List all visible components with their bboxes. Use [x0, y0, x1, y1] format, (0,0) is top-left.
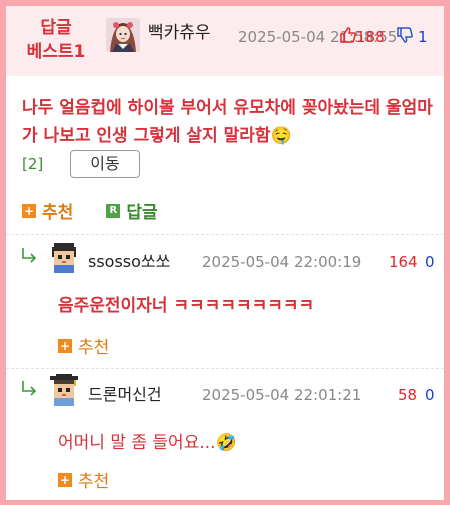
reply-nickname[interactable]: 드론머신건: [88, 384, 162, 406]
reply-nickname[interactable]: ssosso쏘쏘: [88, 251, 170, 273]
divider: [6, 234, 444, 235]
thumbs-down-icon[interactable]: [396, 26, 416, 46]
reply-arrow-icon: [20, 379, 40, 399]
reply-button[interactable]: R 답글: [106, 200, 158, 223]
reply-upvotes: 58: [398, 386, 418, 404]
move-button[interactable]: 이동: [70, 150, 140, 178]
best-label-line1: 답글: [40, 18, 72, 38]
reply-arrow-icon: [20, 246, 40, 266]
reply-label: 답글: [126, 203, 158, 223]
recommend-label: 추천: [78, 472, 110, 492]
best-reply-actions: + 추천 R 답글: [22, 198, 158, 224]
divider: [6, 368, 444, 369]
plus-box-icon: +: [22, 203, 36, 218]
reply-date: 2025-05-04 22:01:21: [202, 386, 362, 404]
best-reply-upvotes: 188: [356, 28, 385, 46]
r-box-icon: R: [106, 203, 121, 218]
reply-downvotes: 0: [425, 386, 435, 404]
reply-date: 2025-05-04 22:00:19: [202, 253, 362, 271]
reply-upvotes: 164: [389, 253, 418, 271]
recommend-label: 추천: [42, 203, 74, 223]
avatar[interactable]: [48, 374, 80, 406]
best-label-line2: 베스트1: [26, 42, 86, 62]
reply-downvotes: 0: [425, 253, 435, 271]
best-reply-downvotes: 1: [418, 28, 428, 46]
avatar[interactable]: [48, 241, 80, 273]
reply-text: 음주운전이자너 ㅋㅋㅋㅋㅋㅋㅋㅋㅋ: [58, 296, 315, 316]
reply-count: [2]: [22, 155, 44, 173]
plus-box-icon: +: [58, 338, 72, 353]
comment-panel: 답글 베스트1 뻑카츄우 2025-05-04 21:58:55 188 1 나…: [6, 6, 444, 500]
recommend-label: 추천: [78, 338, 110, 358]
recommend-button[interactable]: + 추천: [22, 200, 78, 223]
recommend-button[interactable]: + 추천: [58, 467, 110, 492]
best-reply-header: 답글 베스트1 뻑카츄우 2025-05-04 21:58:55 188 1: [6, 6, 444, 76]
plus-box-icon: +: [58, 472, 72, 487]
recommend-button[interactable]: + 추천: [58, 333, 110, 358]
reply-text: 어머니 말 좀 들어요...🤣: [58, 433, 237, 453]
best-reply-badge: 답글 베스트1: [16, 16, 96, 64]
best-reply-body: 나두 얼음컵에 하이볼 부어서 유모차에 꽂아놨는데 울엄마가 나보고 인생 그…: [22, 98, 433, 146]
avatar[interactable]: [106, 18, 140, 52]
best-reply-nickname[interactable]: 뻑카츄우: [148, 22, 211, 44]
